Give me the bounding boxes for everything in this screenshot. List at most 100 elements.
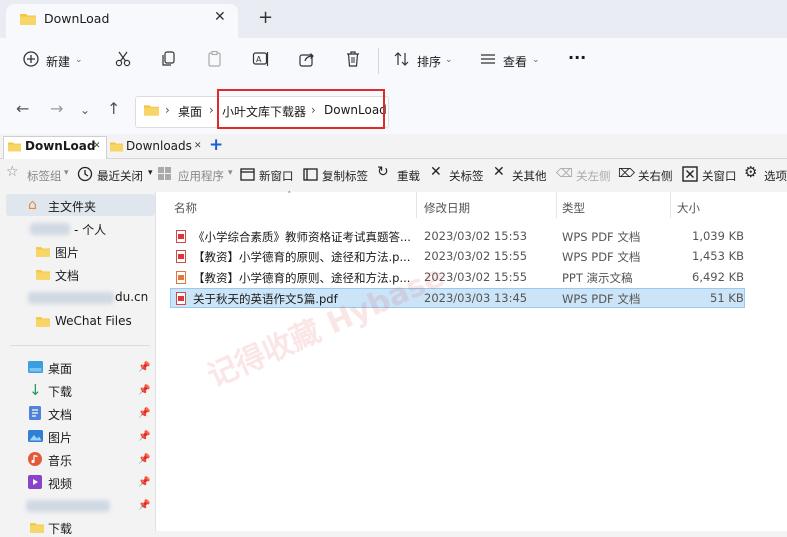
folder-icon <box>30 523 44 533</box>
tab-label: DownLoad <box>25 139 96 153</box>
sidebar-item-personal[interactable]: - 个人 <box>74 221 106 238</box>
delete-icon[interactable] <box>344 50 362 68</box>
quick-access-videos[interactable]: 视频 <box>48 475 72 492</box>
close-right-icon[interactable]: ⌦ <box>618 166 635 180</box>
bookmark-groups-button[interactable]: 标签组 <box>27 168 62 184</box>
sidebar-item-account[interactable]: du.cn <box>115 290 148 304</box>
music-icon <box>28 452 42 466</box>
gear-icon[interactable]: ⚙ <box>744 163 757 181</box>
new-window-icon[interactable] <box>240 167 255 181</box>
breadcrumb-separator: › <box>165 103 170 117</box>
copy-icon[interactable] <box>160 50 178 68</box>
pin-icon[interactable]: 📌 <box>138 362 150 373</box>
window-tab[interactable] <box>6 4 238 38</box>
forward-arrow-icon[interactable]: → <box>50 99 63 118</box>
close-window-button[interactable]: 关窗口 <box>702 168 737 184</box>
pin-icon[interactable]: 📌 <box>138 500 150 511</box>
plus-circle-icon[interactable] <box>22 50 40 68</box>
chevron-down-icon[interactable]: ▾ <box>228 168 233 178</box>
quick-access-music[interactable]: 音乐 <box>48 452 72 469</box>
quick-access-downloads[interactable]: 下载 <box>48 383 72 400</box>
file-type: PPT 演示文稿 <box>562 271 633 285</box>
file-type: WPS PDF 文档 <box>562 250 641 264</box>
new-button[interactable]: 新建 <box>46 53 70 70</box>
close-left-button[interactable]: 关左侧 <box>576 168 611 184</box>
folder-icon <box>20 14 36 25</box>
chevron-down-icon[interactable]: ▾ <box>148 168 153 178</box>
rename-icon[interactable]: A <box>252 50 270 68</box>
column-header-name[interactable]: 名称 <box>174 200 197 216</box>
file-size: 51 KB <box>710 291 744 305</box>
recent-chevron-icon[interactable]: ⌄ <box>80 103 90 117</box>
pdf-file-icon <box>176 250 186 263</box>
close-left-icon[interactable]: ⌫ <box>556 166 573 180</box>
chevron-down-icon[interactable]: ⌄ <box>532 55 540 65</box>
sort-up-chevron-icon: ˄ <box>287 191 292 201</box>
file-type: WPS PDF 文档 <box>562 292 641 306</box>
pdf-file-icon <box>176 292 186 305</box>
chevron-down-icon[interactable]: ⌄ <box>445 55 453 65</box>
cut-icon[interactable] <box>114 50 132 68</box>
add-tab-button[interactable]: + <box>209 135 223 155</box>
close-icon[interactable]: ✕ <box>214 9 226 25</box>
folder-icon <box>36 270 50 280</box>
redacted-item <box>26 500 110 512</box>
close-others-icon[interactable]: ✕ <box>493 164 505 180</box>
breadcrumb-separator: › <box>209 103 214 117</box>
close-tab-button[interactable]: 关标签 <box>449 168 484 184</box>
breadcrumb-desktop[interactable]: 桌面 <box>178 103 202 120</box>
options-button[interactable]: 选项 <box>764 168 787 184</box>
close-tab-icon[interactable]: ✕ <box>430 164 442 180</box>
reload-button[interactable]: 重载 <box>397 168 420 184</box>
share-icon[interactable] <box>298 50 316 68</box>
video-icon <box>28 475 42 489</box>
sort-button[interactable]: 排序 <box>417 53 441 70</box>
view-button[interactable]: 查看 <box>503 53 527 70</box>
pin-icon[interactable]: 📌 <box>138 477 150 488</box>
view-icon[interactable] <box>479 50 497 68</box>
more-button[interactable]: ··· <box>568 48 586 67</box>
pin-icon[interactable]: 📌 <box>138 408 150 419</box>
applications-button[interactable]: 应用程序 <box>178 168 224 184</box>
paste-icon[interactable] <box>206 50 224 68</box>
column-divider[interactable] <box>416 192 417 218</box>
sidebar-item-wechat[interactable]: WeChat Files <box>55 314 132 328</box>
sidebar-item-documents[interactable]: 文档 <box>55 267 79 284</box>
new-tab-button[interactable]: + <box>258 7 273 28</box>
copy-tab-button[interactable]: 复制标签 <box>322 168 368 184</box>
up-arrow-icon[interactable]: ↑ <box>107 99 120 118</box>
tab-title: DownLoad <box>44 11 110 26</box>
quick-access-pictures[interactable]: 图片 <box>48 429 72 446</box>
chevron-down-icon[interactable]: ▾ <box>64 168 69 178</box>
tab-downloads[interactable]: Downloads <box>126 139 192 153</box>
column-header-size[interactable]: 大小 <box>677 200 700 216</box>
toolbar-divider <box>378 48 379 74</box>
desktop-icon <box>28 361 43 373</box>
close-window-icon[interactable] <box>682 166 698 182</box>
back-arrow-icon[interactable]: ← <box>16 99 29 118</box>
pin-icon[interactable]: 📌 <box>138 454 150 465</box>
column-header-modified[interactable]: 修改日期 <box>424 200 470 216</box>
pin-icon[interactable]: 📌 <box>138 385 150 396</box>
close-icon[interactable]: ✕ <box>93 141 101 151</box>
folder-icon <box>144 105 159 116</box>
column-divider[interactable] <box>670 192 671 218</box>
chevron-down-icon[interactable]: ⌄ <box>75 55 83 65</box>
reload-icon[interactable]: ↻ <box>377 164 389 180</box>
new-window-button[interactable]: 新窗口 <box>259 168 294 184</box>
sidebar-item-downloads-folder[interactable]: 下载 <box>48 520 72 537</box>
quick-access-documents[interactable]: 文档 <box>48 406 72 423</box>
clock-icon[interactable] <box>77 166 93 182</box>
close-others-button[interactable]: 关其他 <box>512 168 547 184</box>
folder-icon <box>36 317 50 327</box>
copy-tab-icon[interactable] <box>303 167 318 181</box>
pin-icon[interactable]: 📌 <box>138 431 150 442</box>
sidebar-item-label: 主文件夹 <box>48 200 97 214</box>
star-icon[interactable]: ☆ <box>6 164 19 180</box>
close-right-button[interactable]: 关右侧 <box>638 168 673 184</box>
recent-closed-button[interactable]: 最近关闭 <box>97 168 143 184</box>
sidebar-item-pictures[interactable]: 图片 <box>55 244 79 261</box>
close-icon[interactable]: ✕ <box>194 141 202 151</box>
quick-access-desktop[interactable]: 桌面 <box>48 360 72 377</box>
sort-icon[interactable] <box>393 50 411 68</box>
